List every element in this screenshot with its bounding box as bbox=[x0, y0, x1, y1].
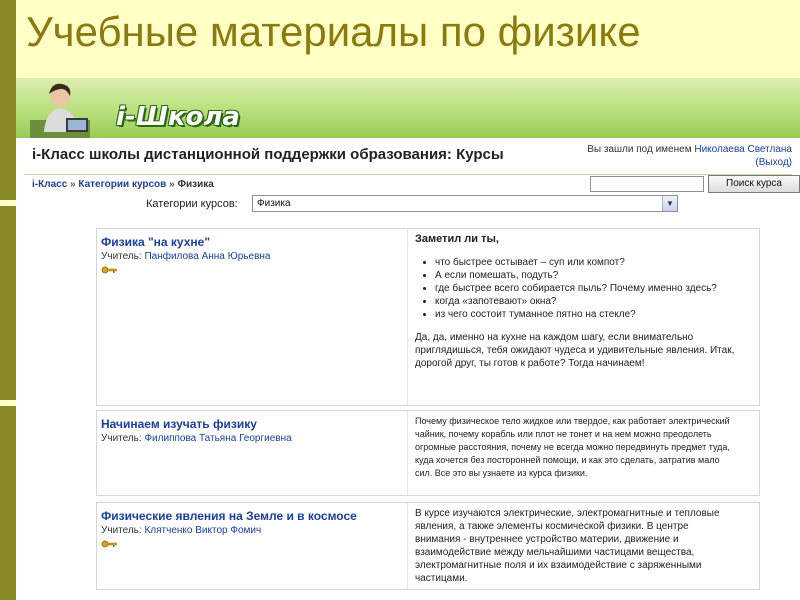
course-link[interactable]: Физика "на кухне" bbox=[101, 235, 210, 249]
teacher-label: Учитель: bbox=[101, 433, 142, 444]
course-link[interactable]: Начинаем изучать физику bbox=[101, 417, 257, 431]
teacher-label: Учитель: bbox=[101, 251, 142, 262]
category-selected-value: Физика bbox=[257, 198, 291, 209]
boy-at-computer-image bbox=[30, 83, 90, 140]
course-card: Физические явления на Земле и в космосе … bbox=[96, 502, 760, 590]
key-icon bbox=[101, 540, 117, 548]
summary-text: Да, да, именно на кухне на каждом шагу, … bbox=[415, 332, 735, 369]
course-divider bbox=[407, 503, 408, 589]
page-header: i-Класс школы дистанционной поддержки об… bbox=[16, 138, 800, 178]
breadcrumb-categories[interactable]: Категории курсов bbox=[78, 179, 166, 190]
course-teacher: Учитель: Филиппова Татьяна Георгиевна bbox=[101, 433, 292, 444]
breadcrumb: i-Класс » Категории курсов » Физика bbox=[32, 179, 214, 190]
lms-screen: i-Школа i-Класс школы дистанционной подд… bbox=[16, 78, 800, 600]
summary-bullets: что быстрее остывает – суп или компот? А… bbox=[429, 256, 735, 321]
list-item: из чего состоит туманное пятно на стекле… bbox=[435, 308, 735, 321]
slide-title: Учебные материалы по физике bbox=[26, 8, 641, 55]
logout-link[interactable]: (Выход) bbox=[755, 157, 792, 168]
list-item: где быстрее всего собирается пыль? Почем… bbox=[435, 282, 735, 295]
slide-bar-gap bbox=[0, 200, 16, 206]
breadcrumb-separator: » bbox=[169, 179, 175, 190]
chevron-down-icon[interactable]: ▼ bbox=[662, 196, 677, 211]
course-divider bbox=[407, 411, 408, 495]
login-prefix: Вы зашли под именем bbox=[587, 144, 692, 155]
navbar: i-Класс » Категории курсов » Физика Поис… bbox=[24, 174, 800, 196]
teacher-label: Учитель: bbox=[101, 525, 142, 536]
summary-text: Почему физическое тело жидкое или твердо… bbox=[415, 416, 730, 478]
course-teacher: Учитель: Панфилова Анна Юрьевна bbox=[101, 251, 270, 262]
search-button[interactable]: Поиск курса bbox=[708, 175, 800, 193]
summary-heading: Заметил ли ты, bbox=[415, 233, 499, 245]
course-summary: Почему физическое тело жидкое или твердо… bbox=[415, 415, 735, 480]
teacher-link[interactable]: Филиппова Татьяна Георгиевна bbox=[144, 433, 291, 444]
course-card: Физика "на кухне" Учитель: Панфилова Анн… bbox=[96, 228, 760, 406]
category-label: Категории курсов: bbox=[146, 198, 238, 210]
breadcrumb-home[interactable]: i-Класс bbox=[32, 179, 67, 190]
breadcrumb-current: Физика bbox=[177, 179, 214, 190]
course-summary: В курсе изучаются электрические, электро… bbox=[415, 507, 735, 585]
list-item: что быстрее остывает – суп или компот? bbox=[435, 256, 735, 269]
category-select[interactable]: Физика ▼ bbox=[252, 195, 678, 212]
list-item: когда «запотевают» окна? bbox=[435, 295, 735, 308]
search-input[interactable] bbox=[590, 176, 704, 192]
slide-bar-gap bbox=[0, 400, 16, 406]
teacher-link[interactable]: Клятченко Виктор Фомич bbox=[144, 525, 261, 536]
key-icon bbox=[101, 266, 117, 274]
course-card: Начинаем изучать физику Учитель: Филиппо… bbox=[96, 410, 760, 496]
course-summary: Заметил ли ты, что быстрее остывает – су… bbox=[415, 233, 735, 370]
summary-text: В курсе изучаются электрические, электро… bbox=[415, 508, 720, 584]
site-banner: i-Школа bbox=[16, 78, 800, 140]
school-logo: i-Школа bbox=[116, 102, 240, 132]
course-link[interactable]: Физические явления на Земле и в космосе bbox=[101, 509, 357, 523]
breadcrumb-separator: » bbox=[70, 179, 76, 190]
slide-left-bar bbox=[0, 0, 16, 600]
course-teacher: Учитель: Клятченко Виктор Фомич bbox=[101, 525, 261, 536]
teacher-link[interactable]: Панфилова Анна Юрьевна bbox=[144, 251, 270, 262]
list-item: А если помешать, подуть? bbox=[435, 269, 735, 282]
user-name-link[interactable]: Николаева Светлана bbox=[694, 144, 792, 155]
course-divider bbox=[407, 229, 408, 405]
site-title: i-Класс школы дистанционной поддержки об… bbox=[32, 146, 504, 163]
login-info: Вы зашли под именем Николаева Светлана (… bbox=[587, 143, 792, 169]
